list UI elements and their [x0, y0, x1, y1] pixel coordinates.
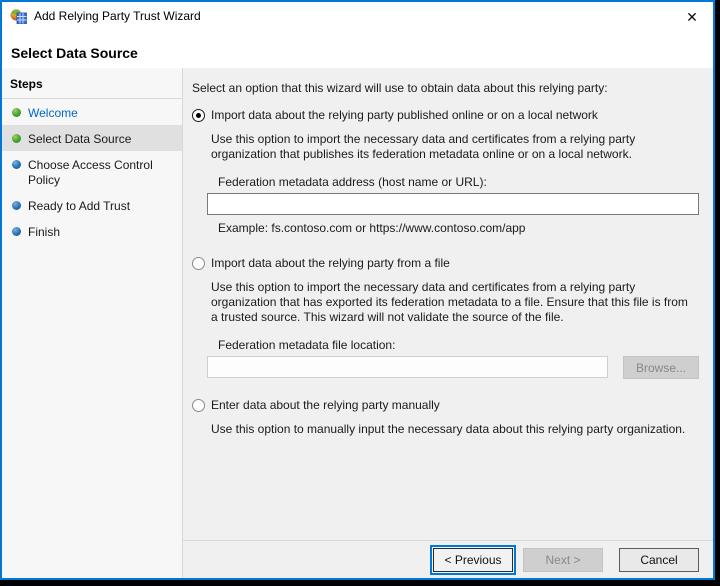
radio-selected-icon[interactable] [192, 109, 205, 122]
radio-unselected-icon[interactable] [192, 399, 205, 412]
wizard-window: Add Relying Party Trust Wizard ✕ Select … [0, 0, 715, 580]
radio-import-online[interactable]: Import data about the relying party publ… [192, 108, 700, 123]
close-icon[interactable]: ✕ [681, 6, 703, 28]
metadata-file-label: Federation metadata file location: [218, 338, 396, 352]
radio-import-file[interactable]: Import data about the relying party from… [192, 256, 700, 271]
step-select-data-source: Select Data Source [2, 125, 182, 151]
steps-sidebar: Steps Welcome Select Data Source Choose … [2, 68, 183, 578]
radio-label-enter-manually: Enter data about the relying party manua… [211, 398, 440, 412]
radio-unselected-icon[interactable] [192, 257, 205, 270]
titlebar: Add Relying Party Trust Wizard ✕ [2, 2, 713, 30]
wizard-app-icon [10, 8, 27, 24]
step-label: Choose Access Control Policy [28, 158, 153, 187]
step-label: Finish [28, 225, 61, 239]
page-header: Select Data Source [2, 30, 713, 68]
metadata-address-example: Example: fs.contoso.com or https://www.c… [218, 221, 526, 235]
federation-metadata-address-input[interactable] [207, 193, 699, 215]
file-location-row: Browse... [207, 356, 699, 379]
step-finish: Finish [2, 218, 182, 244]
step-choose-access-control-policy: Choose Access Control Policy [2, 151, 182, 192]
step-label: Select Data Source [28, 132, 132, 146]
browse-button: Browse... [623, 356, 699, 379]
step-visited-bullet-icon [12, 134, 21, 143]
metadata-address-label: Federation metadata address (host name o… [218, 175, 487, 189]
next-button: Next > [523, 547, 603, 572]
radio-label-import-file: Import data about the relying party from… [211, 256, 450, 270]
main-area: Steps Welcome Select Data Source Choose … [2, 68, 713, 578]
previous-button[interactable]: < Previous [433, 547, 513, 572]
step-welcome[interactable]: Welcome [2, 99, 182, 125]
radio-enter-manually[interactable]: Enter data about the relying party manua… [192, 398, 700, 413]
steps-title: Steps [10, 77, 43, 91]
cancel-button[interactable]: Cancel [619, 547, 699, 572]
button-bar: < Previous Next > Cancel [183, 540, 713, 578]
import-online-description: Use this option to import the necessary … [211, 132, 636, 161]
step-upcoming-bullet-icon [12, 160, 21, 169]
step-label: Ready to Add Trust [28, 199, 131, 213]
step-upcoming-bullet-icon [12, 227, 21, 236]
page-title: Select Data Source [11, 45, 138, 61]
import-file-description: Use this option to import the necessary … [211, 280, 688, 324]
intro-text: Select an option that this wizard will u… [192, 81, 608, 95]
federation-metadata-file-input [207, 356, 608, 378]
step-visited-bullet-icon [12, 108, 21, 117]
enter-manually-description: Use this option to manually input the ne… [211, 422, 686, 436]
radio-label-import-online: Import data about the relying party publ… [211, 108, 598, 122]
content-area: Select an option that this wizard will u… [183, 68, 713, 540]
window-title: Add Relying Party Trust Wizard [34, 9, 201, 23]
step-label: Welcome [28, 106, 78, 120]
content-panel: Select an option that this wizard will u… [183, 68, 713, 578]
step-ready-to-add-trust: Ready to Add Trust [2, 192, 182, 218]
step-upcoming-bullet-icon [12, 201, 21, 210]
